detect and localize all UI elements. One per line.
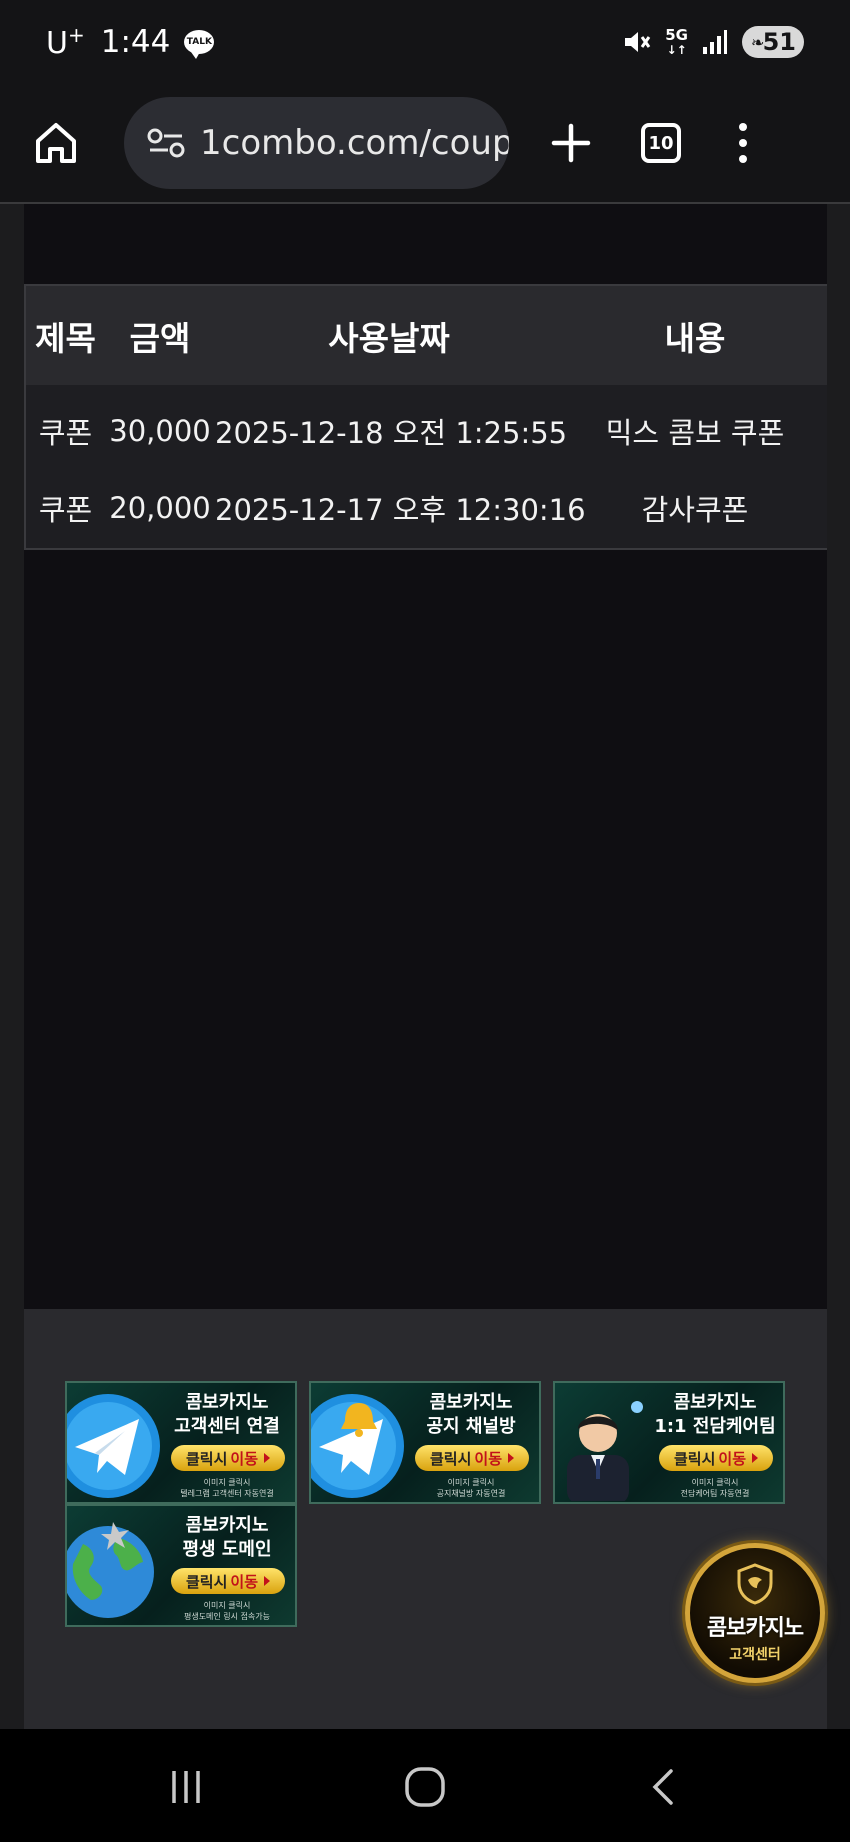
cell-used-date: 2025-12-18 오전 1:25:55 [215,416,568,450]
globe-icon [67,1522,154,1618]
permanent-domain-banner[interactable]: 콤보카지노 평생 도메인 클릭시 이동 이미지 클릭시 평생도메인 링시 접속가능 [65,1504,297,1627]
cell-title: 쿠폰 [38,492,93,527]
clock: 1:44 [100,24,171,60]
address-bar[interactable]: 1combo.com/coupon [124,97,509,189]
plus-icon [551,123,591,163]
system-navigation-bar [0,1729,850,1842]
carrier-label: U+ [46,23,85,61]
mute-icon [621,27,651,57]
cell-content: 감사쿠폰 [641,492,749,527]
telegram-icon [67,1394,160,1498]
home-icon [36,123,76,163]
back-button[interactable] [636,1759,692,1815]
browser-toolbar: 1combo.com/coupon 10 [0,84,850,204]
play-arrow-icon [752,1453,758,1463]
banner-go-button[interactable]: 클릭시 이동 [659,1445,773,1471]
floating-customer-center-button[interactable]: 콤보카지노 고객센터 [685,1543,825,1683]
banner-note: 이미지 클릭시 공지채널방 자동연결 [436,1478,506,1498]
notice-channel-banner[interactable]: 콤보카지노 공지 채널방 클릭시 이동 이미지 클릭시 공지채널방 자동연결 [309,1381,541,1504]
banner-go-button[interactable]: 클릭시 이동 [415,1445,529,1471]
cell-amount: 30,000 [109,414,211,448]
customer-center-banner[interactable]: 콤보카지노 고객센터 연결 클릭시 이동 이미지 클릭시 텔레그램 고객센터 자동연결 [65,1381,297,1504]
status-icons: 5G ↓↑ ❧ 51 [621,26,804,58]
more-menu-button[interactable] [733,115,753,171]
play-arrow-icon [508,1453,514,1463]
coupon-history-section: ▔- 제목 금액 사용날짜 내용 쿠폰 30,000 2025-12-18 오전… [24,204,827,1309]
coupon-history-table: 제목 금액 사용날짜 내용 쿠폰 30,000 2025-12-18 오전 1:… [24,284,827,550]
network-type-icon: 5G ↓↑ [665,25,688,57]
banner-note: 이미지 클릭시 전담케어팀 자동연결 [680,1478,750,1498]
table-header-row: 제목 금액 사용날짜 내용 [25,285,827,385]
status-bar: U+ 1:44 TALK 5G ↓↑ ❧ 51 [0,0,850,84]
badge-title: 콤보카지노 [706,1616,804,1641]
kakaotalk-notification-icon: TALK [184,30,215,59]
play-arrow-icon [264,1453,270,1463]
play-arrow-icon [264,1576,270,1586]
banner-note: 이미지 클릭시 평생도메인 링시 접속가능 [183,1601,271,1621]
cell-used-date: 2025-12-17 오후 12:30:16 [215,492,586,527]
banner-title: 콤보카지노 1:1 전담케어팀 [654,1392,776,1437]
recent-apps-button[interactable] [158,1759,214,1815]
banner-title: 콤보카지노 공지 채널방 [426,1392,516,1437]
url-text[interactable]: 1combo.com/coupon [200,123,509,163]
banner-title: 콤보카지노 고객센터 연결 [174,1392,280,1437]
cell-content: 믹스 콤보 쿠폰 [605,416,785,450]
care-team-banner[interactable]: 콤보카지노 1:1 전담케어팀 클릭시 이동 이미지 클릭시 전담케어팀 자동연결 [553,1381,785,1504]
banner-note: 이미지 클릭시 텔레그램 고객센터 자동연결 [180,1478,274,1498]
tab-switcher-button[interactable]: 10 [641,123,681,163]
new-tab-button[interactable] [543,115,599,171]
dot-icon [739,139,747,147]
banner-title: 콤보카지노 평생 도메인 [182,1515,272,1560]
column-header-amount: 금액 [129,318,191,358]
banner-go-button[interactable]: 클릭시 이동 [171,1568,285,1594]
dot-icon [739,123,747,131]
table-row: 쿠폰 30,000 2025-12-18 오전 1:25:55 믹스 콤보 쿠폰 [25,385,827,467]
dot-icon [739,155,747,163]
table-row: 쿠폰 20,000 2025-12-17 오후 12:30:16 감사쿠폰 [25,467,827,549]
home-circle-icon [405,1767,445,1807]
screen: U+ 1:44 TALK 5G↓↑ ❧ 51 1combo.com/coupon [0,0,850,1842]
recent-apps-icon [172,1771,200,1803]
column-header-title: 제목 [35,318,96,358]
cell-amount: 20,000 [109,490,211,525]
footer-banner-area: 콤보카지노 고객센터 연결 클릭시 이동 이미지 클릭시 텔레그램 고객센터 자동연결… [24,1309,827,1729]
battery-level: 51 [762,28,796,56]
back-chevron-icon [652,1769,673,1805]
home-button[interactable] [28,115,84,171]
battery-saver-icon: ❧ [751,33,765,52]
home-nav-button[interactable] [397,1759,453,1815]
badge-subtitle: 고객센터 [729,1647,781,1663]
agent-avatar-icon [567,1401,643,1501]
signal-strength-icon [702,29,728,55]
telegram-bell-icon [311,1394,404,1498]
cropped-heading: ▔- [34,204,153,222]
column-header-used-date: 사용날짜 [328,318,450,358]
battery-indicator: ❧ 51 [742,26,804,58]
column-header-content: 내용 [664,318,726,358]
site-settings-icon[interactable] [146,128,186,158]
cell-title: 쿠폰 [38,416,93,450]
shield-logo-icon [737,1563,773,1605]
banner-go-button[interactable]: 클릭시 이동 [171,1445,285,1471]
